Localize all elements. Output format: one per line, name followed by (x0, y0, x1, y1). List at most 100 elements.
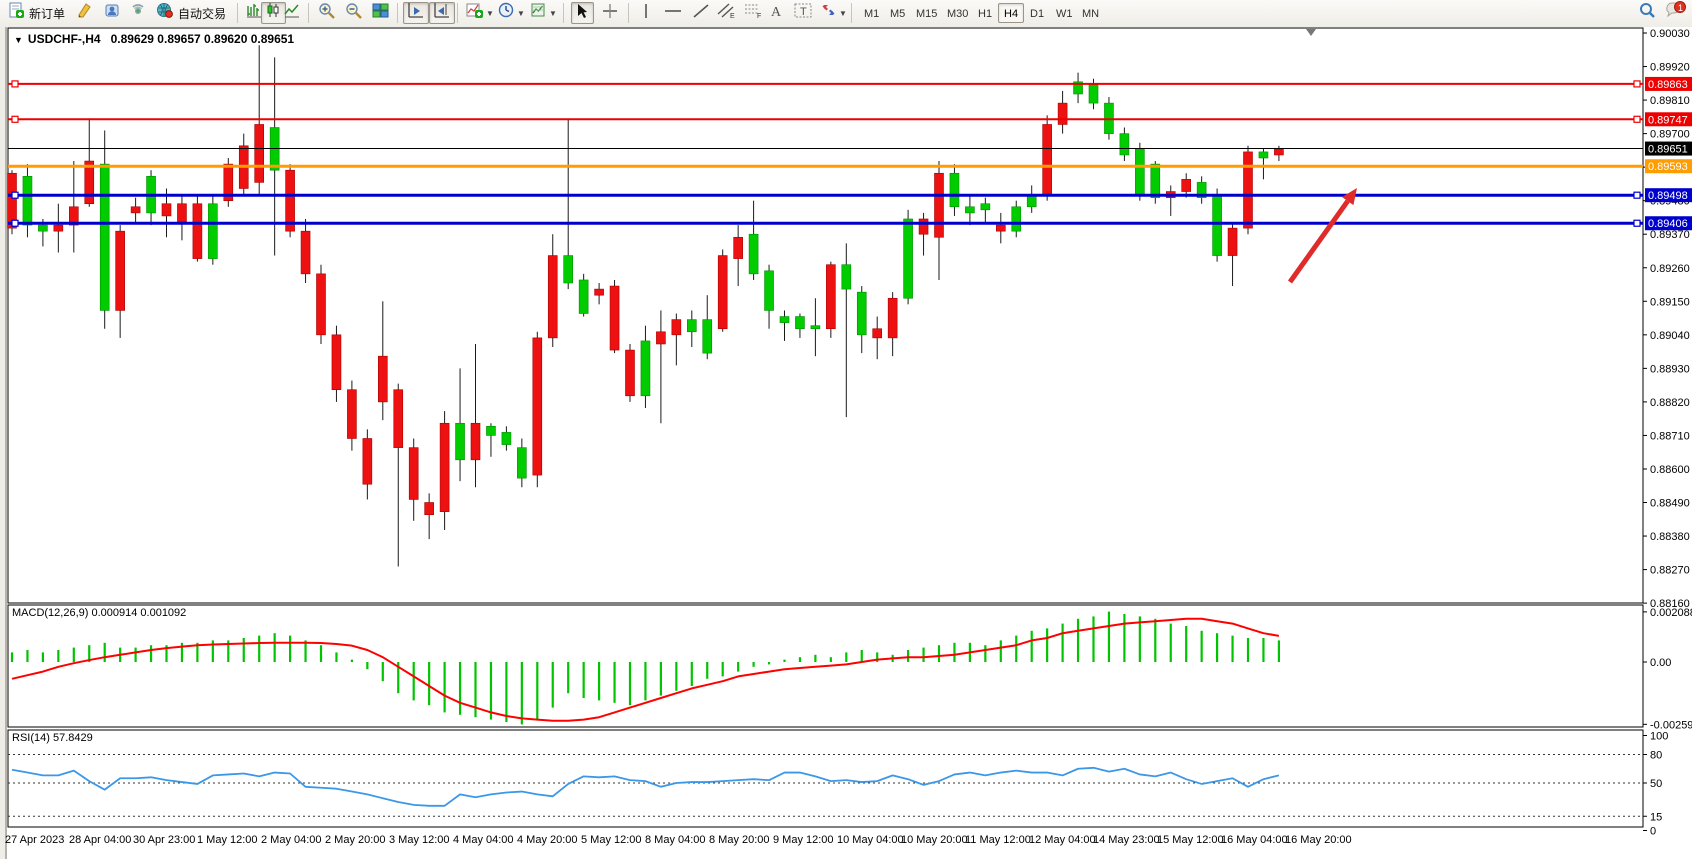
horizontal-line-button[interactable] (660, 2, 686, 24)
rsi-tick-label: 15 (1650, 811, 1662, 823)
cursor-button[interactable] (571, 2, 594, 24)
line-handle[interactable] (1634, 116, 1640, 122)
price-tick-label: 0.89810 (1650, 95, 1690, 107)
chart-surface: 0.900300.899200.898100.897000.895900.894… (0, 27, 1692, 859)
candle-body (1213, 195, 1222, 256)
templates-button[interactable]: ▼ (526, 2, 561, 24)
toolbar: 新订单 自动交易 (0, 0, 1692, 28)
crosshair-button[interactable] (598, 2, 622, 24)
trendline-button[interactable] (688, 2, 714, 24)
arrows-tool-icon (820, 2, 837, 24)
toolbar-separator (457, 3, 458, 23)
candle-body (23, 176, 32, 225)
candle-body (425, 503, 434, 515)
line-handle[interactable] (12, 116, 18, 122)
line-handle[interactable] (1634, 192, 1640, 198)
candle-body (1244, 152, 1253, 228)
timeframe-button-M1[interactable]: M1 (858, 3, 885, 23)
notification-badge: 1 (1678, 3, 1683, 13)
chart-shift-button[interactable] (429, 2, 455, 24)
line-handle[interactable] (12, 81, 18, 87)
candle-body (672, 320, 681, 335)
toolbar-separator (308, 3, 309, 23)
rsi-tick-label: 80 (1650, 750, 1662, 762)
timeframe-button-M30[interactable]: M30 (941, 3, 974, 23)
time-axis-label: 10 May 04:00 (837, 834, 904, 846)
candle-body (656, 332, 665, 344)
meta-editor-button[interactable] (72, 2, 97, 24)
line-handle[interactable] (12, 220, 18, 226)
candle-body (564, 256, 573, 283)
new-order-button[interactable]: 新订单 (4, 2, 69, 24)
zoom-in-button[interactable] (314, 2, 340, 24)
time-axis-label: 11 May 12:00 (965, 834, 1031, 846)
periods-button[interactable]: ▼ (494, 2, 529, 24)
indicators-icon (466, 2, 484, 24)
equidistant-channel-button[interactable]: E (712, 2, 740, 24)
ohlc-values: 0.89629 0.89657 0.89620 0.89651 (111, 32, 295, 46)
candle-body (780, 317, 789, 323)
candle-body (116, 231, 125, 310)
line-chart-button[interactable] (280, 2, 305, 24)
candle-body (317, 274, 326, 335)
template-icon (530, 2, 547, 24)
auto-trading-button[interactable]: 自动交易 (152, 2, 230, 24)
chevron-down-icon[interactable]: ▼ (14, 35, 23, 45)
line-handle[interactable] (1634, 81, 1640, 87)
rsi-panel (8, 730, 1643, 827)
chevron-down-icon: ▼ (839, 9, 847, 18)
timeframe-button-M5[interactable]: M5 (884, 3, 911, 23)
text-button[interactable]: A (765, 2, 788, 24)
timeframe-button-H4[interactable]: H4 (998, 3, 1024, 23)
timeframe-button-M15[interactable]: M15 (910, 3, 943, 23)
timeframe-button-MN[interactable]: MN (1076, 3, 1105, 23)
tile-windows-button[interactable] (368, 2, 393, 24)
candle-body (765, 271, 774, 311)
price-line-badge-label: 0.89651 (1648, 144, 1688, 156)
candle-body (456, 423, 465, 460)
auto-scroll-button[interactable] (403, 2, 429, 24)
timeframe-button-H1[interactable]: H1 (972, 3, 998, 23)
equidistant-channel-icon: E (716, 2, 736, 24)
candle-body (935, 173, 944, 237)
fibonacci-button[interactable]: F (739, 2, 767, 24)
zoom-out-button[interactable] (341, 2, 367, 24)
candle-body (718, 256, 727, 329)
candle-body (811, 326, 820, 329)
candle-body (162, 204, 171, 216)
indicators-button[interactable]: ▼ (462, 2, 498, 24)
candle-body (409, 448, 418, 500)
chart-title: ▼USDCHF-,H40.89629 0.89657 0.89620 0.896… (14, 32, 294, 46)
timeframe-button-W1[interactable]: W1 (1050, 3, 1079, 23)
candle-body (394, 390, 403, 448)
candle-body (873, 329, 882, 338)
signals-button[interactable] (126, 2, 151, 24)
svg-text:E: E (730, 13, 735, 19)
chevron-down-icon: ▼ (549, 9, 557, 18)
candle-body (502, 432, 511, 444)
time-axis-label: 12 May 04:00 (1029, 834, 1096, 846)
time-axis-label: 28 Apr 04:00 (69, 834, 131, 846)
candle-body (533, 338, 542, 475)
community-button[interactable]: 1 (1660, 2, 1692, 24)
text-label-icon: T (794, 2, 813, 24)
candle-body (610, 286, 619, 350)
chat-bubble-icon: 1 (1664, 1, 1688, 26)
candle-body (703, 320, 712, 354)
candle-body (857, 292, 866, 335)
timeframe-button-D1[interactable]: D1 (1024, 3, 1050, 23)
toolbar-separator (851, 3, 852, 23)
arrows-tool-button[interactable]: ▼ (816, 2, 851, 24)
line-handle[interactable] (1634, 220, 1640, 226)
data-window-button[interactable] (100, 2, 125, 24)
svg-text:A: A (771, 5, 782, 19)
line-handle[interactable] (12, 192, 18, 198)
price-tick-label: 0.89260 (1650, 263, 1690, 275)
candle-body (548, 256, 557, 338)
text-label-button[interactable]: T (790, 2, 817, 24)
price-tick-label: 0.88270 (1650, 565, 1690, 577)
search-button[interactable] (1634, 2, 1660, 24)
macd-indicator-label: MACD(12,26,9) 0.000914 0.001092 (12, 607, 186, 619)
vertical-line-button[interactable] (636, 2, 656, 24)
chart-canvas[interactable]: 0.900300.899200.898100.897000.895900.894… (0, 27, 1692, 859)
